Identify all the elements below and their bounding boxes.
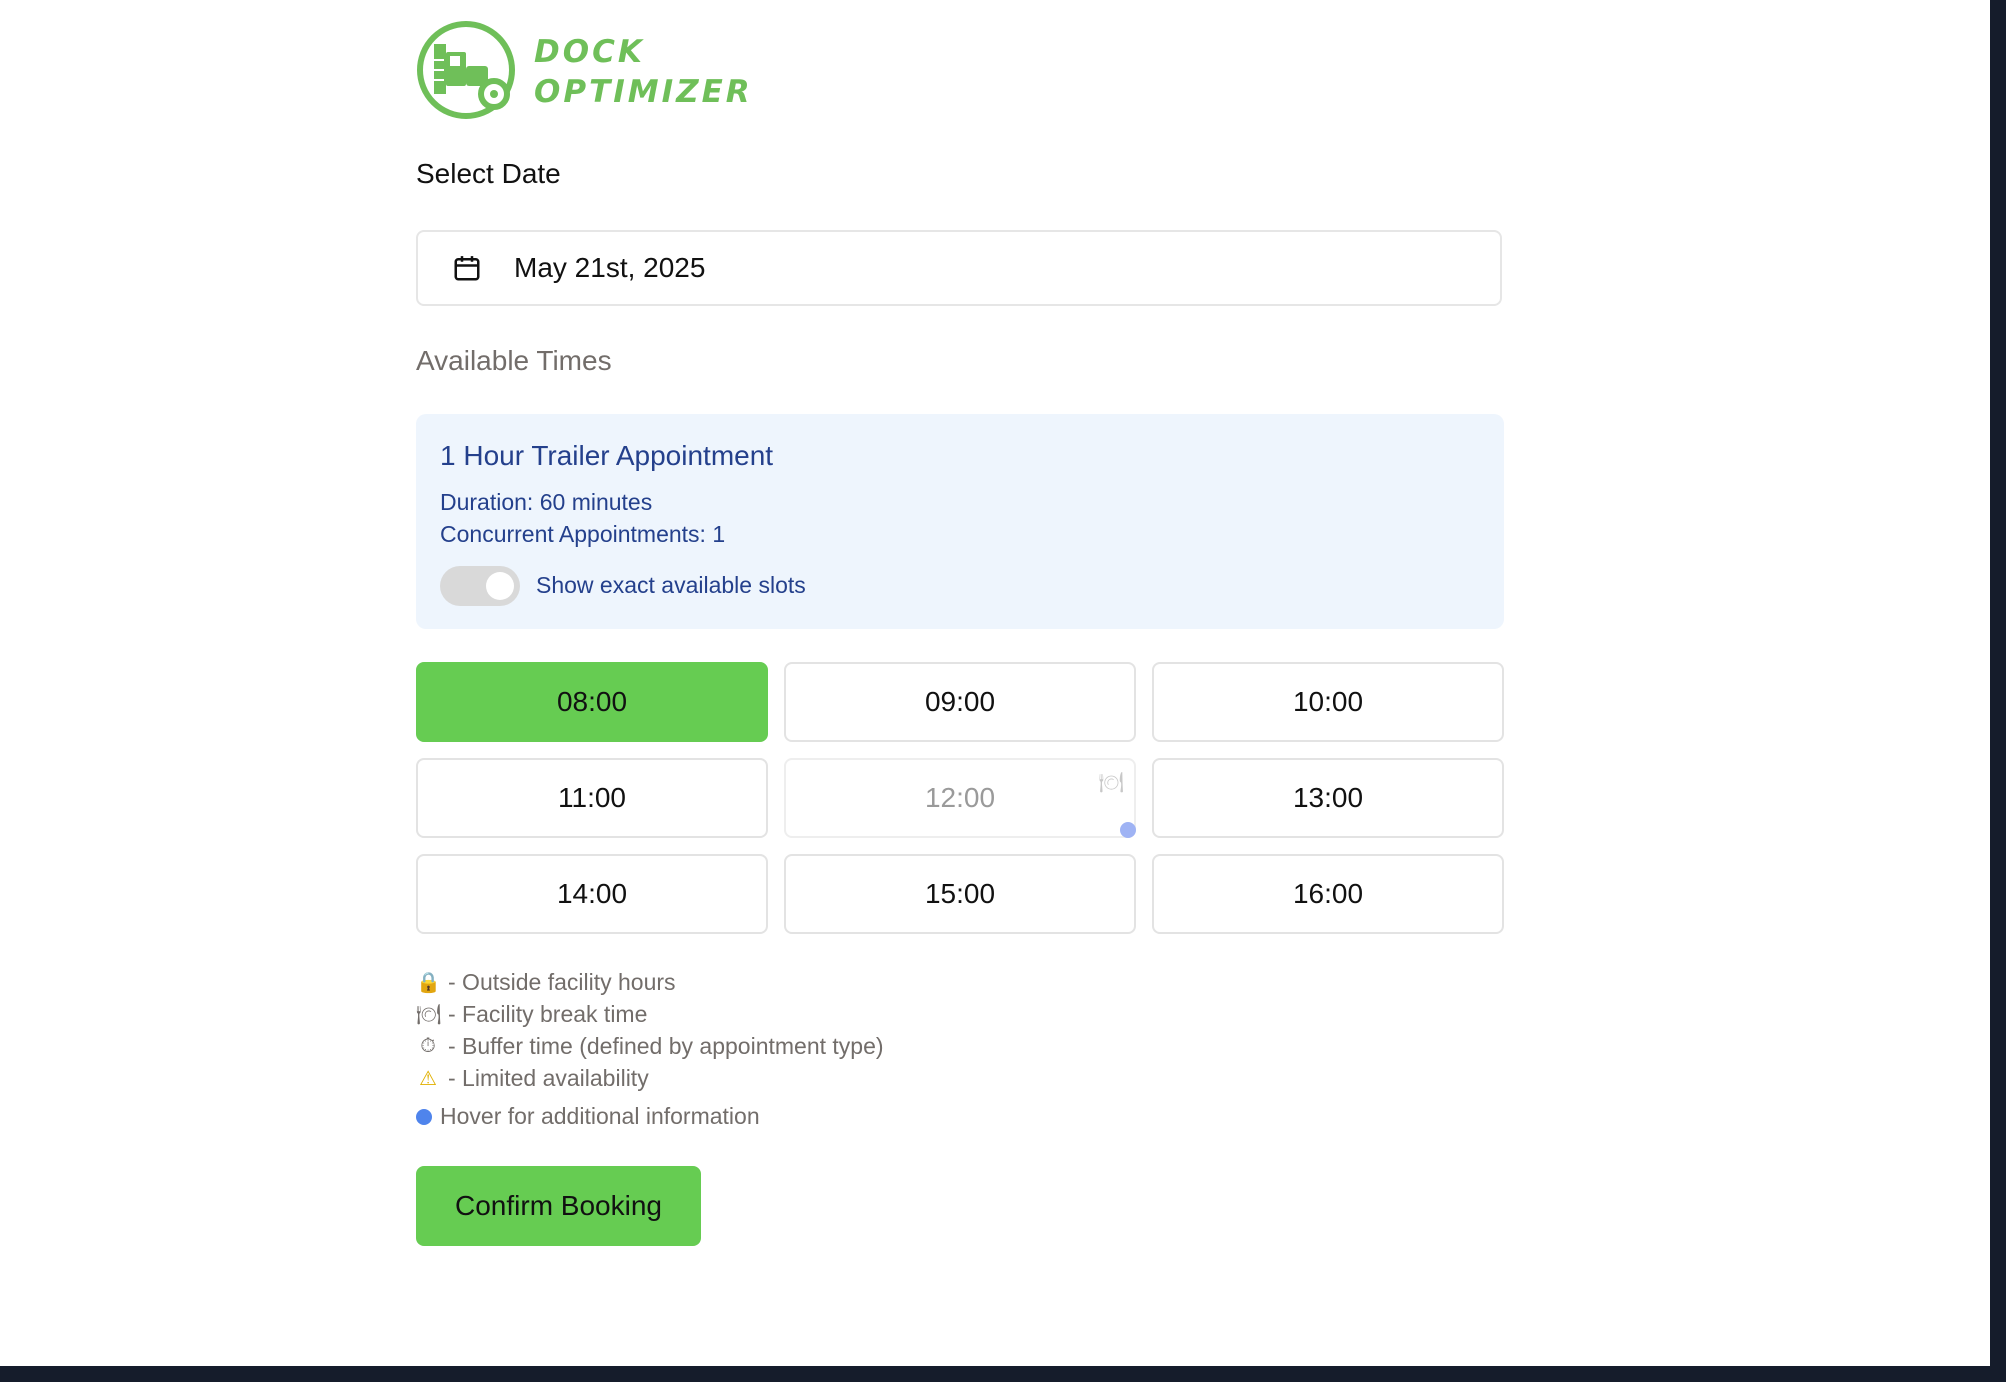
logo-line-2: OPTIMIZER	[534, 74, 753, 110]
blue-dot-icon	[416, 1108, 432, 1125]
logo-wordmark: DOCK OPTIMIZER	[534, 32, 753, 112]
timer-icon: ⏱	[420, 1034, 436, 1057]
lock-icon: 🔒	[416, 971, 441, 994]
time-slot-label: 11:00	[558, 782, 626, 813]
legend-text: - Outside facility hours	[448, 968, 676, 995]
time-slot-label: 13:00	[1292, 782, 1364, 813]
calendar-icon	[454, 256, 480, 281]
concurrent-appointments: Concurrent Appointments: 1	[440, 521, 726, 547]
logo-line-1: DOCK	[534, 34, 645, 70]
exact-slots-toggle[interactable]	[440, 566, 520, 606]
legend-item: ⚠ - Limited availability	[416, 1062, 884, 1094]
time-slot-1300[interactable]: 13:00	[1152, 758, 1504, 838]
appointment-info-card: 1 Hour Trailer Appointment Duration: 60 …	[416, 414, 1504, 629]
toggle-knob	[486, 572, 514, 600]
time-slot-label: 09:00	[924, 686, 996, 717]
time-slot-label: 15:00	[924, 878, 996, 909]
time-slot-label: 16:00	[1292, 878, 1364, 909]
time-slot-1200: 12:00 🍽	[784, 758, 1136, 838]
legend-text: - Buffer time (defined by appointment ty…	[448, 1032, 884, 1059]
info-hover-dot[interactable]	[1120, 822, 1136, 838]
legend-item: ⏱ - Buffer time (defined by appointment …	[416, 1030, 884, 1062]
window-edge-right	[1990, 0, 2006, 1382]
slot-legend: 🔒 - Outside facility hours 🍽 - Facility …	[416, 966, 884, 1094]
legend-text: - Facility break time	[448, 1000, 648, 1027]
time-slot-label: 12:00	[924, 782, 996, 813]
appointment-type-title: 1 Hour Trailer Appointment	[440, 440, 774, 471]
time-slot-1600[interactable]: 16:00	[1152, 854, 1504, 934]
time-slot-1100[interactable]: 11:00	[416, 758, 768, 838]
select-date-label: Select Date	[416, 158, 561, 189]
time-slot-1400[interactable]: 14:00	[416, 854, 768, 934]
confirm-booking-button[interactable]: Confirm Booking	[416, 1166, 701, 1246]
legend-item: 🍽 - Facility break time	[416, 998, 884, 1030]
truck-logo-icon	[417, 21, 515, 119]
dock-optimizer-logo: DOCK OPTIMIZER	[416, 20, 796, 120]
legend-item: 🔒 - Outside facility hours	[416, 966, 884, 998]
appointment-duration: Duration: 60 minutes	[440, 489, 653, 515]
time-slot-1500[interactable]: 15:00	[784, 854, 1136, 934]
hover-hint: Hover for additional information	[416, 1103, 760, 1130]
time-slot-0900[interactable]: 09:00	[784, 662, 1136, 742]
time-slot-label: 10:00	[1292, 686, 1364, 717]
selected-date-value: May 21st, 2025	[514, 252, 706, 283]
time-slot-label: 08:00	[556, 686, 628, 717]
hover-hint-text: Hover for additional information	[440, 1103, 760, 1129]
warning-icon: ⚠	[419, 1067, 437, 1090]
time-slot-1000[interactable]: 10:00	[1152, 662, 1504, 742]
exact-slots-toggle-label[interactable]: Show exact available slots	[536, 572, 806, 599]
time-slot-label: 14:00	[556, 878, 628, 909]
date-picker-button[interactable]: May 21st, 2025	[416, 230, 1502, 306]
window-edge-bottom	[0, 1366, 2006, 1382]
time-slot-0800[interactable]: 08:00	[416, 662, 768, 742]
break-icon: 🍽	[1098, 772, 1124, 794]
plate-icon: 🍽	[416, 1003, 442, 1026]
legend-text: - Limited availability	[448, 1064, 649, 1091]
available-times-label: Available Times	[416, 345, 612, 376]
